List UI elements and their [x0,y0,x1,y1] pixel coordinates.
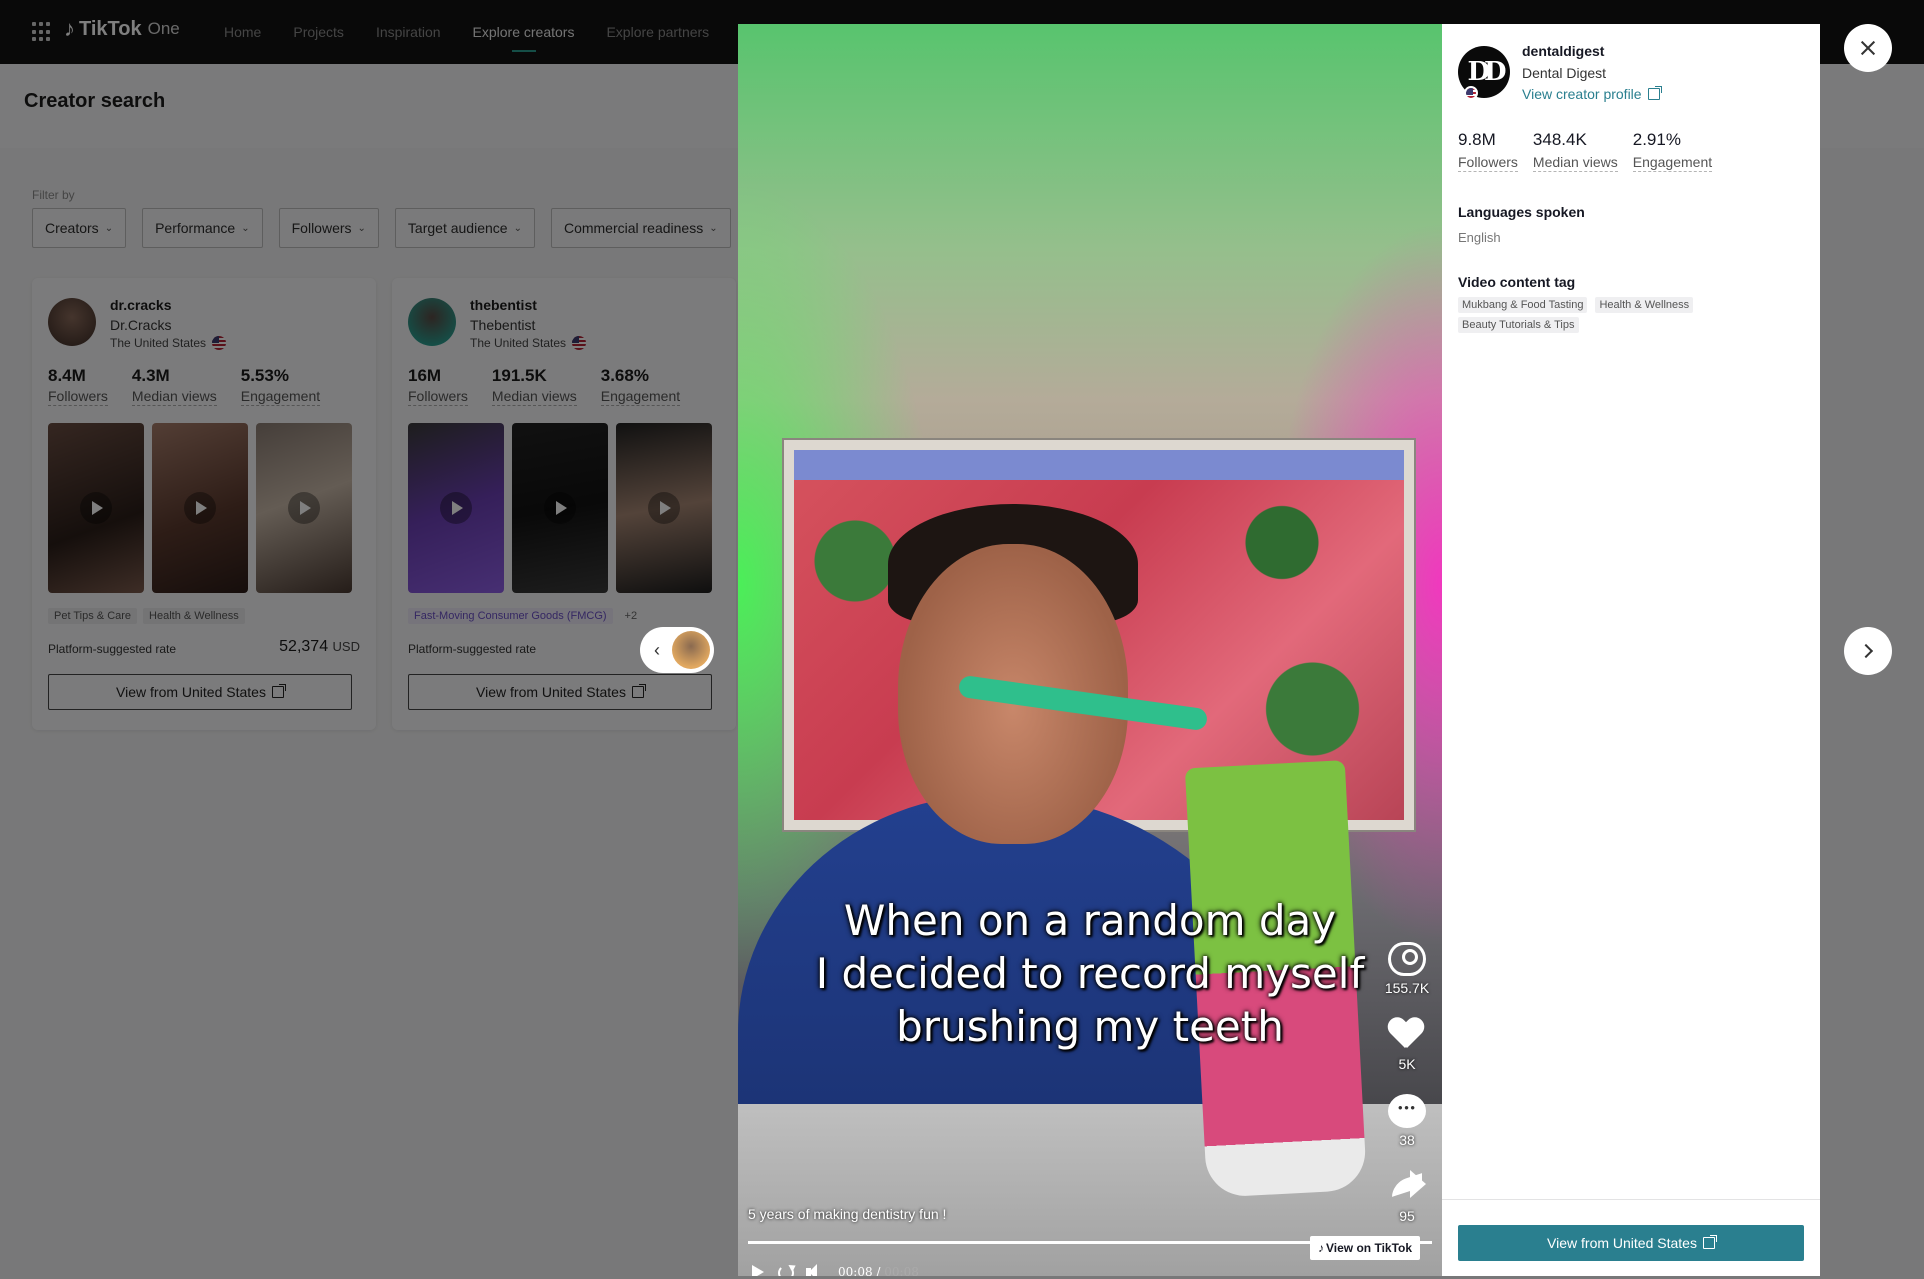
stat-median-views: 348.4K Median views [1532,130,1618,172]
views-count: 155.7K [1382,942,1432,1018]
heart-icon [1388,1018,1426,1052]
creator-stats: 9.8M Followers 348.4K Median views 2.91% En… [1458,130,1727,172]
video-controls: 00:08 / 00:08 [748,1260,919,1276]
tiktok-logo-icon: ♪ [1318,1241,1324,1255]
eye-icon [1388,942,1426,976]
comments-count: 38 [1382,1094,1432,1170]
creator-detail-panel: DD dentaldigest Dental Digest View creat… [1442,24,1820,1276]
close-icon[interactable] [1844,24,1892,72]
view-from-country-label: View from United States [1547,1235,1697,1251]
shares-value: 95 [1399,1208,1415,1224]
stat-value: 9.8M [1458,130,1496,149]
avatar-monogram: DD [1467,57,1506,87]
video-description: 5 years of making dentistry fun ! [748,1206,947,1222]
stat-label: Engagement [1632,154,1713,172]
video-time: 00:08 / 00:08 [838,1265,919,1276]
stat-label: Followers [1458,154,1518,172]
play-icon[interactable] [748,1262,768,1276]
languages-value: English [1458,230,1501,245]
flag-us-icon [1464,86,1478,100]
views-value: 155.7K [1384,980,1430,996]
content-tag: Health & Wellness [1595,297,1694,313]
content-tag: Mukbang & Food Tasting [1458,297,1588,313]
content-tag-heading: Video content tag [1458,274,1576,290]
shares-count: 95 [1382,1170,1432,1246]
video-actions: 155.7K 5K 38 95 [1382,942,1432,1246]
likes-count: 5K [1382,1018,1432,1094]
replay-icon[interactable] [778,1265,794,1276]
stat-engagement: 2.91% Engagement [1632,130,1713,172]
likes-value: 5K [1398,1056,1416,1072]
time-total: 00:08 [884,1265,919,1276]
content-tags: Mukbang & Food Tasting Health & Wellness… [1458,297,1758,337]
view-from-country-button[interactable]: View from United States [1458,1225,1804,1261]
comment-icon [1388,1094,1426,1128]
video-caption: When on a random day I decided to record… [738,894,1442,1053]
creator-name: Dental Digest [1522,65,1607,81]
time-current: 00:08 [838,1265,873,1276]
video-player[interactable]: When on a random day I decided to record… [738,24,1442,1276]
content-tag: Beauty Tutorials & Tips [1458,317,1579,333]
previous-creator-button[interactable]: ‹ [640,627,714,673]
volume-icon[interactable] [804,1262,824,1276]
view-creator-profile-link[interactable]: View creator profile [1522,86,1662,102]
external-link-icon [1702,1235,1717,1249]
avatar [672,631,710,669]
video-frame [738,24,1442,1276]
panel-divider [1442,1199,1820,1200]
external-link-icon [1647,86,1662,100]
view-on-tiktok-button[interactable]: ♪ View on TikTok [1310,1236,1421,1260]
view-on-tiktok-label: View on TikTok [1326,1241,1413,1255]
share-icon [1388,1170,1426,1204]
chevron-right-icon[interactable] [1844,627,1892,675]
caption-line: When on a random day [843,896,1337,945]
comments-value: 38 [1399,1132,1415,1148]
stat-value: 348.4K [1532,130,1587,149]
languages-heading: Languages spoken [1458,204,1585,220]
creator-handle: dentaldigest [1522,43,1605,59]
caption-line: I decided to record myself [815,949,1365,998]
chevron-left-icon: ‹ [654,640,660,660]
stat-followers: 9.8M Followers [1458,130,1518,172]
stat-label: Median views [1532,154,1618,172]
view-creator-profile-label: View creator profile [1522,86,1642,102]
caption-line: brushing my teeth [896,1002,1284,1051]
stat-value: 2.91% [1632,130,1681,149]
